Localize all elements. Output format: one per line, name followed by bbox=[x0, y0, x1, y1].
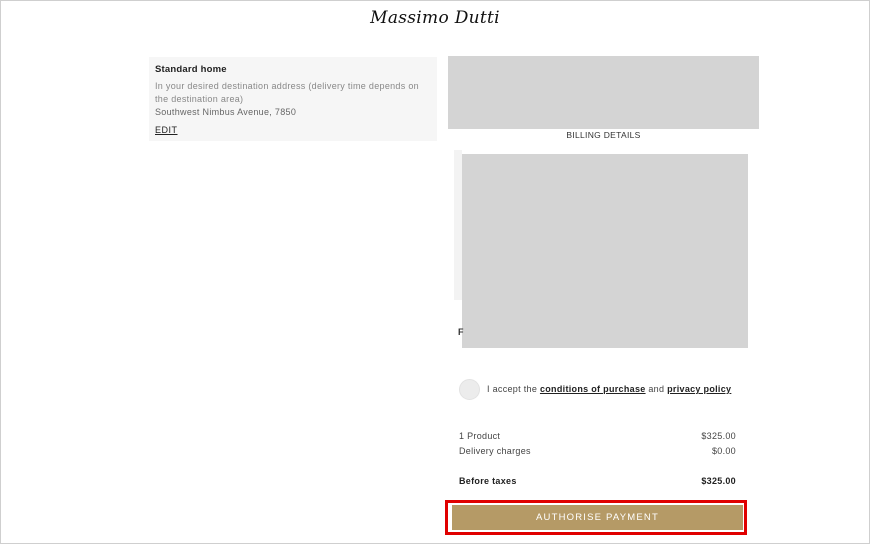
summary-row-before-taxes: Before taxes $325.00 bbox=[459, 476, 736, 486]
summary-delivery-value: $0.00 bbox=[711, 446, 736, 456]
summary-delivery-label: Delivery charges bbox=[459, 446, 531, 456]
shipping-method-card: Standard home In your desired destinatio… bbox=[149, 57, 437, 141]
summary-row-products: 1 Product $325.00 bbox=[459, 431, 736, 441]
summary-products-value: $325.00 bbox=[701, 431, 736, 441]
summary-before-taxes-label: Before taxes bbox=[459, 476, 517, 486]
summary-products-label: 1 Product bbox=[459, 431, 501, 441]
billing-details-title: BILLING DETAILS bbox=[566, 130, 641, 140]
partial-label: F bbox=[458, 327, 464, 337]
accept-terms-row: I accept the conditions of purchase and … bbox=[459, 378, 731, 400]
accept-terms-checkbox[interactable] bbox=[459, 378, 480, 400]
privacy-policy-link[interactable]: privacy policy bbox=[667, 384, 731, 394]
shipping-method-title: Standard home bbox=[155, 64, 227, 75]
edit-shipping-link[interactable]: EDIT bbox=[155, 125, 178, 135]
redacted-payment-panel bbox=[462, 154, 748, 348]
accept-terms-joiner: and bbox=[648, 384, 665, 394]
accept-terms-prefix: I accept the bbox=[487, 384, 538, 394]
summary-before-taxes-value: $325.00 bbox=[701, 476, 736, 486]
brand-logo[interactable]: Massimo Dutti bbox=[0, 8, 870, 28]
shipping-address: Southwest Nimbus Avenue, 7850 bbox=[155, 107, 297, 117]
redacted-panel-top bbox=[448, 56, 759, 129]
payment-panel-edge bbox=[454, 150, 462, 300]
conditions-of-purchase-link[interactable]: conditions of purchase bbox=[540, 384, 646, 394]
authorise-payment-button[interactable]: AUTHORISE PAYMENT bbox=[452, 505, 743, 530]
shipping-method-description: In your desired destination address (del… bbox=[155, 81, 419, 104]
summary-row-delivery: Delivery charges $0.00 bbox=[459, 446, 736, 456]
accept-terms-text: I accept the conditions of purchase and … bbox=[487, 384, 731, 394]
